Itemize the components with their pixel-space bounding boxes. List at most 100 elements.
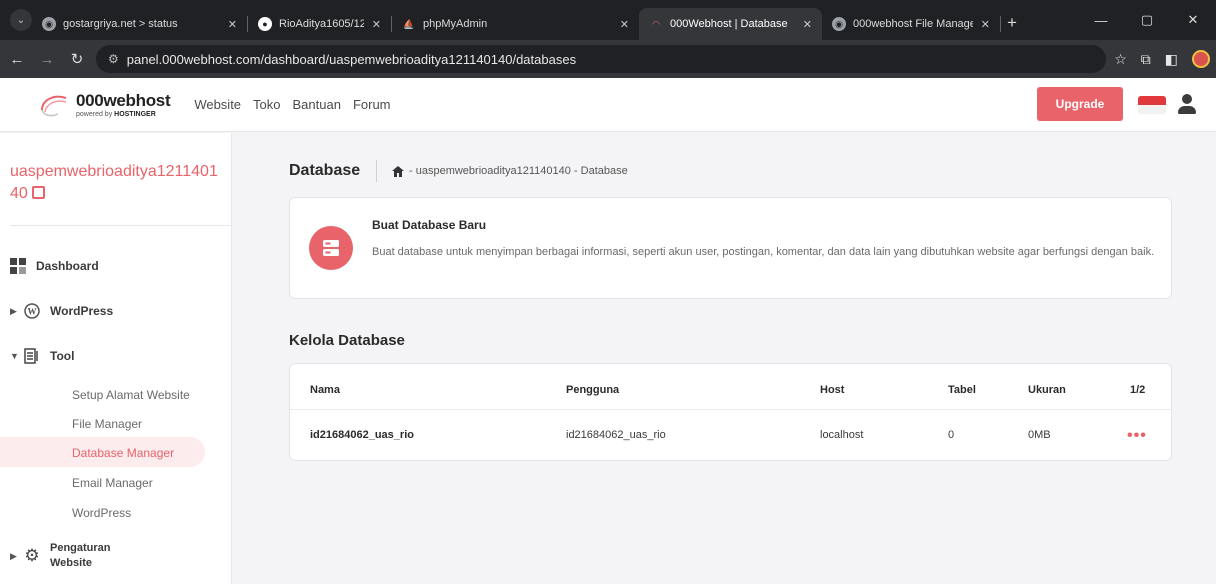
000webhost-icon: ◠ bbox=[652, 18, 660, 29]
logo-subtitle: powered by HOSTINGER bbox=[76, 110, 156, 118]
sidebar-sub-setup-alamat[interactable]: Setup Alamat Website bbox=[72, 388, 190, 402]
bookmark-star-icon[interactable]: ☆ bbox=[1114, 51, 1127, 68]
upgrade-button[interactable]: Upgrade bbox=[1037, 87, 1123, 121]
page-title: Database bbox=[289, 162, 361, 179]
browser-tab[interactable]: ● RioAditya1605/121140140_Rio ✕ bbox=[248, 8, 391, 40]
gear-icon: ⚙ bbox=[24, 546, 40, 565]
tab-title: phpMyAdmin bbox=[423, 18, 488, 30]
title-divider bbox=[376, 160, 377, 182]
sidebar-sub-wordpress[interactable]: WordPress bbox=[72, 506, 131, 520]
extensions-icon[interactable]: ⧉ bbox=[1141, 51, 1151, 68]
url-field[interactable]: ⚙ panel.000webhost.com/dashboard/uaspemw… bbox=[96, 45, 1106, 73]
dashboard-icon bbox=[10, 258, 26, 274]
window-controls: — ▢ ✕ bbox=[1078, 0, 1216, 40]
site-header: 000webhost powered by HOSTINGER Website … bbox=[0, 78, 1216, 132]
logo-swirl-icon bbox=[41, 95, 67, 116]
column-header-nama: Nama bbox=[310, 384, 340, 396]
column-header-ukuran: Ukuran bbox=[1028, 384, 1066, 396]
tab-title: 000Webhost | Database bbox=[670, 18, 788, 30]
sidebar-sub-file-manager[interactable]: File Manager bbox=[72, 417, 142, 431]
profile-avatar[interactable] bbox=[1192, 50, 1210, 68]
main-nav: Website Toko Bantuan Forum bbox=[194, 97, 390, 112]
000webhost-logo[interactable]: 000webhost powered by HOSTINGER bbox=[38, 90, 171, 118]
sidebar-divider bbox=[10, 225, 232, 226]
nav-toko[interactable]: Toko bbox=[253, 97, 280, 112]
sidebar-sub-database-manager[interactable]: Database Manager bbox=[72, 446, 174, 460]
tab-divider bbox=[1000, 16, 1001, 32]
close-icon[interactable]: ✕ bbox=[228, 18, 237, 31]
sidebar: uaspemwebrioaditya121140140 Dashboard ▶ … bbox=[0, 133, 232, 584]
logo-title: 000webhost bbox=[76, 90, 171, 110]
sidebar-item-label: Tool bbox=[50, 349, 75, 363]
create-database-description: Buat database untuk menyimpan berbagai i… bbox=[372, 246, 1155, 258]
cell-tabel: 0 bbox=[948, 429, 955, 441]
caret-down-icon: ▼ bbox=[10, 351, 19, 361]
close-icon[interactable]: ✕ bbox=[372, 18, 381, 31]
tab-title: gostargriya.net > status bbox=[63, 18, 178, 30]
cell-ukuran: 0MB bbox=[1028, 429, 1051, 441]
browser-tab-bar: ⌄ ◉ gostargriya.net > status ✕ ● RioAdit… bbox=[0, 0, 1216, 40]
sidebar-item-label: WordPress bbox=[50, 304, 114, 318]
globe-icon: ◉ bbox=[42, 17, 56, 31]
tool-icon bbox=[24, 348, 40, 364]
sidebar-item-label: Pengaturan Website bbox=[50, 542, 111, 569]
side-panel-icon[interactable]: ◧ bbox=[1165, 51, 1178, 68]
close-window-icon[interactable]: ✕ bbox=[1170, 12, 1216, 28]
home-icon[interactable] bbox=[392, 165, 404, 177]
phpmyadmin-icon: ⛵ bbox=[403, 18, 415, 29]
back-icon[interactable]: ← bbox=[4, 51, 30, 68]
cell-host: localhost bbox=[820, 429, 864, 441]
globe-icon: ◉ bbox=[832, 17, 846, 31]
row-actions-menu-button[interactable]: ••• bbox=[1127, 427, 1147, 445]
close-icon[interactable]: ✕ bbox=[803, 18, 812, 31]
column-header-tabel: Tabel bbox=[948, 384, 976, 396]
close-icon[interactable]: ✕ bbox=[981, 18, 990, 31]
tab-title: RioAditya1605/121140140_Rio bbox=[279, 18, 364, 30]
url-text: panel.000webhost.com/dashboard/uaspemweb… bbox=[126, 51, 577, 67]
nav-forum[interactable]: Forum bbox=[353, 97, 391, 112]
browser-toolbar-right: ☆ ⧉ ◧ bbox=[1114, 40, 1210, 78]
nav-website[interactable]: Website bbox=[194, 97, 241, 112]
caret-right-icon: ▶ bbox=[10, 550, 17, 561]
tab-title: 000webhost File Manager bbox=[853, 18, 973, 30]
nav-bantuan[interactable]: Bantuan bbox=[293, 97, 341, 112]
external-link-icon bbox=[31, 186, 45, 199]
create-database-title: Buat Database Baru bbox=[372, 218, 487, 232]
browser-tab[interactable]: ⛵ phpMyAdmin ✕ bbox=[392, 8, 639, 40]
create-database-card[interactable]: Buat Database Baru Buat database untuk m… bbox=[289, 197, 1172, 299]
caret-right-icon: ▶ bbox=[10, 305, 17, 316]
sidebar-item-dashboard[interactable]: Dashboard bbox=[10, 258, 99, 274]
breadcrumb-text: - uaspemwebrioaditya121140140 - Database bbox=[409, 165, 628, 177]
sidebar-item-label: Dashboard bbox=[36, 259, 99, 273]
cell-pengguna: id21684062_uas_rio bbox=[566, 429, 666, 441]
database-icon bbox=[309, 226, 353, 270]
browser-tab[interactable]: ◉ 000webhost File Manager ✕ bbox=[822, 8, 1000, 40]
database-table: Nama Pengguna Host Tabel Ukuran 1/2 id21… bbox=[289, 363, 1172, 461]
svg-text:W: W bbox=[28, 307, 37, 317]
tab-search-button[interactable]: ⌄ bbox=[10, 9, 32, 31]
github-icon: ● bbox=[258, 17, 272, 31]
cell-nama: id21684062_uas_rio bbox=[310, 429, 414, 441]
maximize-icon[interactable]: ▢ bbox=[1124, 12, 1170, 28]
pagination-indicator: 1/2 bbox=[1130, 384, 1146, 396]
sidebar-item-wordpress[interactable]: ▶ W WordPress bbox=[10, 303, 113, 319]
sidebar-sub-email-manager[interactable]: Email Manager bbox=[72, 476, 153, 490]
wordpress-icon: W bbox=[24, 303, 40, 319]
manage-database-title: Kelola Database bbox=[289, 332, 405, 349]
forward-icon[interactable]: → bbox=[34, 51, 60, 68]
new-tab-button[interactable]: + bbox=[1007, 13, 1017, 33]
browser-tab-active[interactable]: ◠ 000Webhost | Database ✕ bbox=[639, 8, 822, 40]
address-bar: ← → ↻ ⚙ panel.000webhost.com/dashboard/u… bbox=[0, 40, 1216, 78]
indonesia-flag-icon[interactable] bbox=[1138, 96, 1166, 114]
sidebar-item-pengaturan-website[interactable]: ▶ ⚙ Pengaturan Website bbox=[10, 541, 120, 571]
breadcrumb: - uaspemwebrioaditya121140140 - Database bbox=[392, 165, 628, 177]
browser-tab[interactable]: ◉ gostargriya.net > status ✕ bbox=[32, 8, 247, 40]
reload-icon[interactable]: ↻ bbox=[64, 50, 90, 68]
close-icon[interactable]: ✕ bbox=[620, 18, 629, 31]
site-name-link[interactable]: uaspemwebrioaditya121140140 bbox=[10, 161, 225, 205]
sidebar-item-tool[interactable]: ▼ Tool bbox=[10, 348, 74, 364]
minimize-icon[interactable]: — bbox=[1078, 13, 1124, 28]
user-icon[interactable] bbox=[1177, 94, 1197, 116]
column-header-host: Host bbox=[820, 384, 845, 396]
site-info-icon[interactable]: ⚙ bbox=[108, 52, 119, 66]
